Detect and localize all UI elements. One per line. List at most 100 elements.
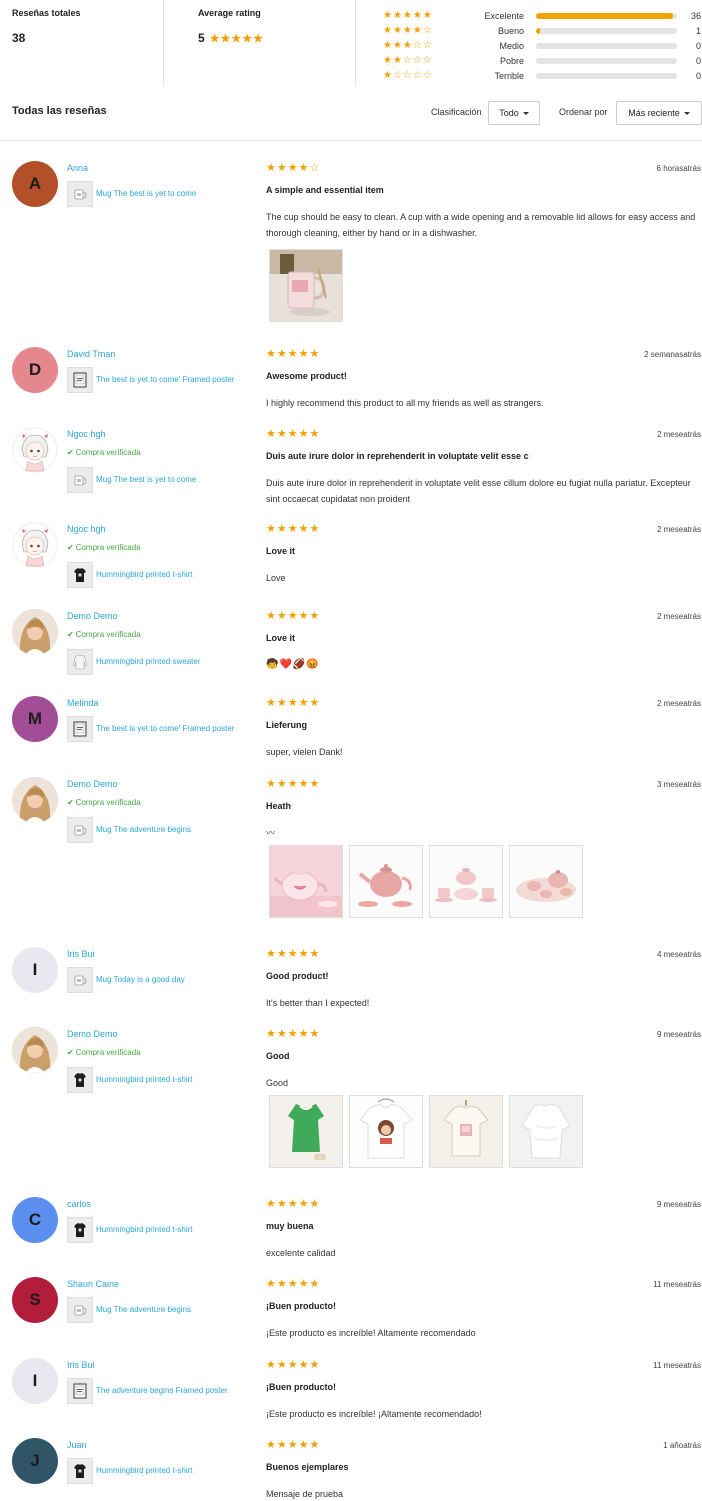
review-photo-cream-top[interactable] (429, 1095, 503, 1168)
reviewer-avatar: M (12, 696, 58, 742)
reviewer-name-link[interactable]: Shaun Caine (67, 1279, 119, 1289)
reviewed-product[interactable]: Mug Today is a good day (67, 967, 257, 993)
review-timestamp: 2 meseatrás (656, 699, 701, 708)
reviewer-name-link[interactable]: Demo Demo (67, 611, 118, 621)
breakdown-bar (536, 43, 677, 49)
rating-filter-dropdown[interactable]: Todo (488, 101, 540, 125)
reviewer-avatar: D (12, 347, 58, 393)
product-thumbnail[interactable] (67, 1378, 93, 1404)
sort-dropdown[interactable]: Más reciente (616, 101, 702, 125)
breakdown-label: Bueno (497, 26, 524, 36)
review-photo-pink-teapot[interactable] (349, 845, 423, 918)
review-photo-pink-mug[interactable] (269, 249, 343, 322)
product-name-link[interactable]: Hummingbird printed sweater (96, 657, 201, 666)
breakdown-count: 36 (690, 11, 701, 21)
reviewed-product[interactable]: Hummingbird printed t-shirt (67, 1217, 257, 1243)
reviewer-name-link[interactable]: Demo Demo (67, 1029, 118, 1039)
reviewer-name-link[interactable]: Iris Bui (67, 1360, 95, 1370)
reviewed-product[interactable]: Mug The best is yet to come (67, 467, 257, 493)
product-thumbnail[interactable] (67, 562, 93, 588)
reviewer-avatar-letter: A (28, 174, 42, 193)
review-title: Heath (266, 801, 292, 811)
product-thumbnail[interactable] (67, 367, 93, 393)
reviewer-name-link[interactable]: Demo Demo (67, 779, 118, 789)
review-title: Awesome product! (266, 371, 347, 381)
product-name-link[interactable]: Mug The best is yet to come (96, 189, 196, 198)
breakdown-row-1[interactable]: ★☆☆☆☆ Terrible 0 (356, 70, 702, 82)
reviewer-name-link[interactable]: carlos (67, 1199, 91, 1209)
review-photos (269, 249, 343, 322)
review-photo-pink-cups-stack[interactable] (429, 845, 503, 918)
product-name-link[interactable]: Hummingbird printed t-shirt (96, 1225, 192, 1234)
review-photo-white-tee[interactable] (349, 1095, 423, 1168)
product-name-link[interactable]: Hummingbird printed t-shirt (96, 1075, 192, 1084)
reviewed-product[interactable]: The adventure begins Framed poster (67, 1378, 257, 1404)
total-reviews-block: Reseñas totales 38 (0, 0, 164, 86)
reviewer-name-link[interactable]: Juan (67, 1440, 87, 1450)
review-timestamp: 9 meseatrás (656, 1200, 701, 1209)
breakdown-stars: ★★★☆☆ (383, 40, 433, 51)
reviewer-avatar-letter: C (28, 1210, 42, 1229)
product-thumbnail[interactable] (67, 1297, 93, 1323)
reviewer-avatar (12, 609, 58, 655)
product-thumbnail[interactable] (67, 649, 93, 675)
product-thumbnail[interactable] (67, 181, 93, 207)
reviewer-name-link[interactable]: Ngoc hgh (67, 429, 106, 439)
product-thumbnail[interactable] (67, 467, 93, 493)
breakdown-row-5[interactable]: ★★★★★ Excelente 36 (356, 10, 702, 22)
breakdown-row-2[interactable]: ★★☆☆☆ Pobre 0 (356, 55, 702, 67)
product-name-link[interactable]: The best is yet to come' Framed poster (96, 375, 234, 384)
product-name-link[interactable]: Mug Today is a good day (96, 975, 185, 984)
reviewed-product[interactable]: Hummingbird printed sweater (67, 649, 257, 675)
product-name-link[interactable]: Hummingbird printed t-shirt (96, 570, 192, 579)
product-thumbnail[interactable] (67, 1217, 93, 1243)
product-thumbnail[interactable] (67, 716, 93, 742)
average-rating-label: Average rating (198, 8, 261, 18)
breakdown-row-4[interactable]: ★★★★☆ Bueno 1 (356, 25, 702, 37)
review-timestamp: 9 meseatrás (656, 1030, 701, 1039)
review-title: A simple and essential item (266, 185, 384, 195)
reviewer-name-link[interactable]: Iris Bui (67, 949, 95, 959)
reviewed-product[interactable]: Mug The adventure begins (67, 1297, 257, 1323)
product-name-link[interactable]: The adventure begins Framed poster (96, 1386, 228, 1395)
review-photos (269, 845, 583, 918)
review-rating-stars: ★★★★★ (266, 948, 321, 960)
product-thumbnail[interactable] (67, 1067, 93, 1093)
breakdown-bar-fill (536, 28, 541, 34)
product-name-link[interactable]: Hummingbird printed t-shirt (96, 1466, 192, 1475)
product-thumbnail[interactable] (67, 967, 93, 993)
verified-purchase-label: Compra verificada (75, 543, 141, 552)
product-name-link[interactable]: Mug The adventure begins (96, 1305, 191, 1314)
review-rating-stars: ★★★★★ (266, 523, 321, 535)
product-name-link[interactable]: Mug The best is yet to come (96, 475, 196, 484)
review-photo-green-dress[interactable] (269, 1095, 343, 1168)
reviewer-name-link[interactable]: Ngoc hgh (67, 524, 106, 534)
all-reviews-title: Todas las reseñas (12, 105, 107, 117)
sort-value: Más reciente (628, 108, 680, 118)
breakdown-count: 0 (695, 41, 701, 51)
product-name-link[interactable]: Mug The adventure begins (96, 825, 191, 834)
reviewer-name-link[interactable]: David Tman (67, 349, 115, 359)
product-thumbnail[interactable] (67, 817, 93, 843)
reviewed-product[interactable]: Hummingbird printed t-shirt (67, 1458, 257, 1484)
reviewer-name-link[interactable]: Melinda (67, 698, 99, 708)
breakdown-row-3[interactable]: ★★★☆☆ Medio 0 (356, 40, 702, 52)
review-photo-white-blouse[interactable] (509, 1095, 583, 1168)
review-photo-pink-teapot-set[interactable] (269, 845, 343, 918)
breakdown-stars: ★★★★★ (383, 10, 433, 21)
reviewed-product[interactable]: Mug The adventure begins (67, 817, 257, 843)
reviewed-product[interactable]: Mug The best is yet to come (67, 181, 257, 207)
reviewer-avatar: A (12, 161, 58, 207)
reviewed-product[interactable]: Hummingbird printed t-shirt (67, 562, 257, 588)
reviewed-product[interactable]: The best is yet to come' Framed poster (67, 367, 257, 393)
product-name-link[interactable]: The best is yet to come' Framed poster (96, 724, 234, 733)
average-rating-value: 5 ★★★★★ (198, 31, 264, 45)
reviewer-name-link[interactable]: Anna (67, 163, 88, 173)
reviewed-product[interactable]: The best is yet to come' Framed poster (67, 716, 257, 742)
verified-purchase-badge: ✔ Compra verificada (67, 630, 141, 639)
reviewed-product[interactable]: Hummingbird printed t-shirt (67, 1067, 257, 1093)
review-photo-pink-tea-service[interactable] (509, 845, 583, 918)
review-rating-stars: ★★★★☆ (266, 162, 321, 174)
product-thumbnail[interactable] (67, 1458, 93, 1484)
average-rating-number: 5 (198, 31, 205, 45)
